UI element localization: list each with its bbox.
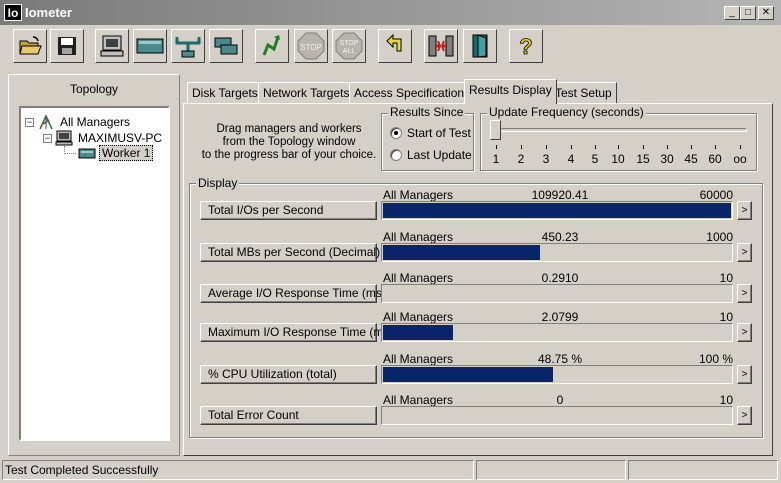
stop-test-button[interactable]: STOP	[294, 29, 328, 63]
status-pane	[628, 460, 778, 480]
svg-text:ALL: ALL	[343, 48, 356, 55]
exit-button[interactable]	[463, 29, 497, 63]
tree-item-manager[interactable]: − MAXIMUSV-PC	[43, 130, 164, 146]
duplicate-worker-icon	[214, 37, 238, 55]
minimize-button[interactable]: _	[724, 6, 740, 20]
maximize-button[interactable]: □	[740, 6, 756, 20]
tab-disk-targets[interactable]: Disk Targets	[187, 82, 263, 103]
save-disk-icon	[58, 37, 76, 55]
start-network-worker-button[interactable]	[171, 29, 205, 63]
computer-icon	[55, 130, 73, 146]
app-logo-icon: Io	[4, 4, 22, 21]
window-title: Iometer	[25, 5, 72, 20]
results-display-panel	[183, 103, 773, 456]
duplicate-worker-button[interactable]	[209, 29, 243, 63]
tree-item-worker[interactable]: Worker 1	[78, 145, 154, 161]
svg-text:STOP: STOP	[340, 40, 359, 47]
tree-label: MAXIMUSV-PC	[78, 131, 163, 145]
toolbar: STOP STOP ALL ?	[0, 25, 781, 69]
disconnect-workers-icon	[428, 35, 454, 57]
tab-test-setup[interactable]: Test Setup	[550, 82, 617, 103]
svg-text:STOP: STOP	[300, 43, 322, 52]
tree-label: All Managers	[60, 115, 131, 129]
collapse-icon[interactable]: −	[25, 117, 34, 127]
new-disk-worker-icon	[136, 38, 164, 54]
status-pane	[476, 460, 626, 480]
tree-label: Worker 1	[99, 145, 154, 161]
tree-connector	[64, 146, 76, 154]
svg-text:?: ?	[519, 34, 532, 59]
help-icon: ?	[519, 34, 533, 59]
topology-tree: − All Managers − MAXIMUSV-PC Worker 1	[19, 106, 170, 441]
topology-title: Topology	[69, 82, 119, 96]
exit-icon	[472, 34, 488, 58]
open-config-button[interactable]	[13, 29, 47, 63]
save-config-button[interactable]	[50, 29, 84, 63]
tab-access-specifications[interactable]: Access Specifications	[349, 82, 476, 103]
worker-disk-icon	[78, 148, 96, 159]
new-manager-icon	[100, 35, 124, 57]
status-text: Test Completed Successfully	[5, 463, 159, 477]
start-new-manager-button[interactable]	[95, 29, 129, 63]
stop-all-button[interactable]: STOP ALL	[332, 29, 366, 63]
close-button[interactable]: ✕	[758, 6, 774, 20]
disconnect-button[interactable]	[424, 29, 458, 63]
stop-icon: STOP	[297, 32, 325, 60]
start-tests-icon	[262, 35, 280, 56]
open-folder-icon	[19, 36, 42, 55]
all-managers-icon	[39, 114, 53, 130]
collapse-icon[interactable]: −	[43, 133, 52, 143]
start-disk-worker-button[interactable]	[133, 29, 167, 63]
stop-all-icon: STOP ALL	[335, 32, 363, 60]
status-bar: Test Completed Successfully	[2, 460, 474, 480]
help-button[interactable]: ?	[509, 29, 543, 63]
tab-network-targets[interactable]: Network Targets	[258, 82, 355, 103]
reset-workers-icon	[386, 33, 402, 52]
reset-workers-button[interactable]	[378, 29, 412, 63]
tab-results-display[interactable]: Results Display	[464, 79, 557, 104]
title-bar	[0, 0, 781, 25]
new-network-worker-icon	[175, 37, 201, 58]
start-tests-button[interactable]	[255, 29, 289, 63]
tree-item-all-managers[interactable]: − All Managers	[25, 114, 132, 130]
